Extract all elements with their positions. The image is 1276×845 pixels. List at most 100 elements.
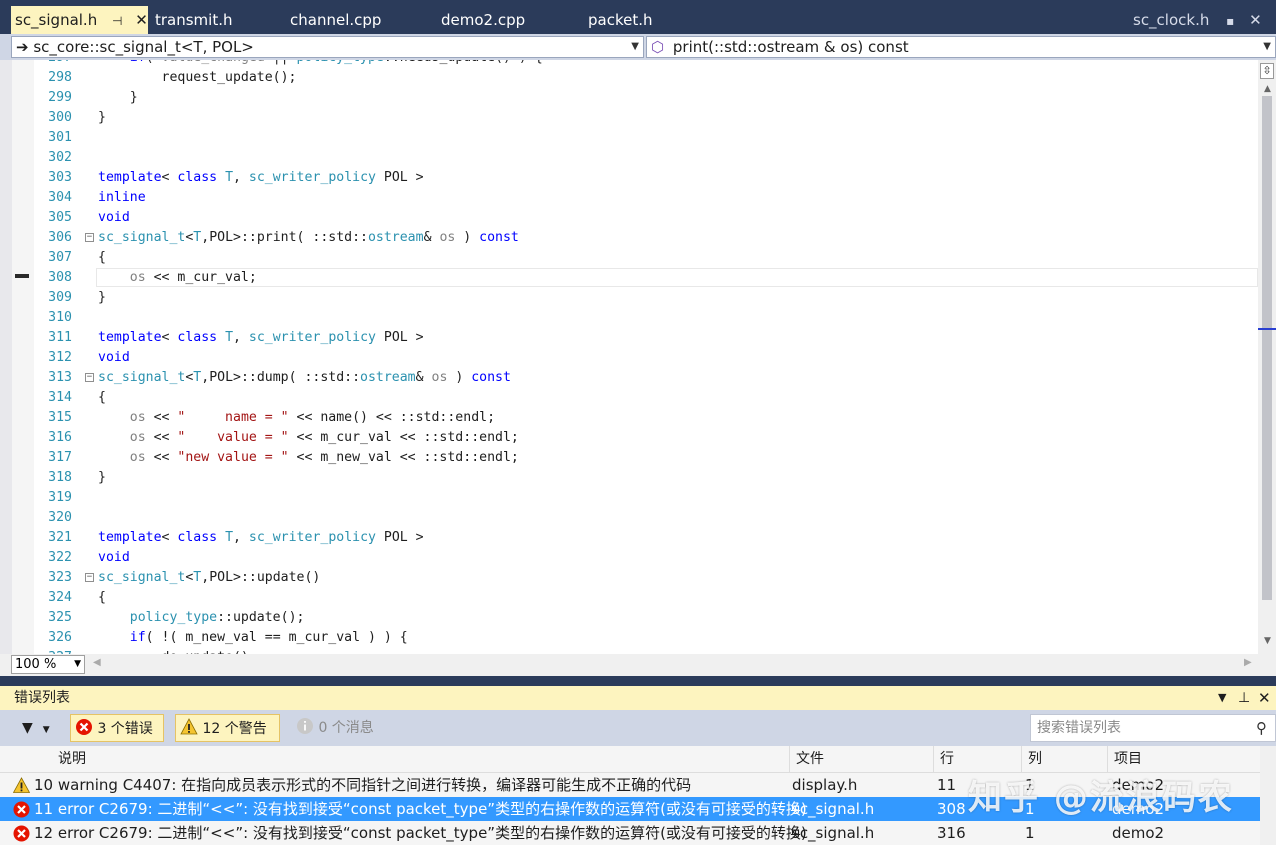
line-number: 320: [48, 510, 72, 525]
tab-demo2-cpp[interactable]: demo2.cpp: [441, 6, 525, 34]
dropdown-icon[interactable]: ▼: [1218, 686, 1226, 710]
code-line[interactable]: 314 {: [34, 388, 1258, 408]
zoom-dropdown[interactable]: 100 % ▼: [11, 655, 85, 674]
code-editor[interactable]: 297 if( value_changed || policy_type::ne…: [0, 60, 1276, 654]
error-cell-col: 1: [1025, 824, 1035, 842]
code-line[interactable]: 319: [34, 488, 1258, 508]
errors-filter-button[interactable]: 3 个错误: [70, 714, 164, 742]
code-line[interactable]: 308 os << m_cur_val;: [34, 268, 1258, 288]
code-line[interactable]: 307 {: [34, 248, 1258, 268]
code-line[interactable]: 299 }: [34, 88, 1258, 108]
code-line[interactable]: 305 void: [34, 208, 1258, 228]
code-lines[interactable]: 297 if( value_changed || policy_type::ne…: [34, 60, 1258, 654]
code-text: void: [98, 350, 130, 365]
line-number: 324: [48, 590, 72, 605]
code-line[interactable]: 300}: [34, 108, 1258, 128]
dock-icon[interactable]: ▪: [1226, 14, 1234, 28]
code-line[interactable]: 311 template< class T, sc_writer_policy P…: [34, 328, 1258, 348]
code-line[interactable]: 326 if( !( m_new_val == m_cur_val ) ) {: [34, 628, 1258, 648]
line-number: 301: [48, 130, 72, 145]
messages-filter-button[interactable]: 0 个消息: [292, 714, 392, 742]
scroll-left-icon[interactable]: ◀: [93, 657, 101, 668]
code-line[interactable]: 315 os << " name = " << name() << ::std:…: [34, 408, 1258, 428]
code-line[interactable]: 312 void: [34, 348, 1258, 368]
chevron-down-icon: ▼: [1263, 41, 1271, 52]
code-line[interactable]: 306 − sc_signal_t<T,POL>::print( ::std::os…: [34, 228, 1258, 248]
split-icon[interactable]: ⇳: [1260, 63, 1274, 79]
code-line[interactable]: 302: [34, 148, 1258, 168]
tab-channel-cpp[interactable]: channel.cpp: [290, 6, 381, 34]
column-line[interactable]: 行: [933, 746, 1021, 772]
zoom-value: 100 %: [15, 657, 57, 672]
code-line[interactable]: 320: [34, 508, 1258, 528]
navigation-bar: ➔ sc_core::sc_signal_t<T, POL> ▼ ⬡ print…: [0, 34, 1276, 60]
collapse-icon[interactable]: −: [85, 233, 94, 242]
line-number: 318: [48, 470, 72, 485]
tab-sc-clock-h[interactable]: sc_clock.h ▪ ✕: [1133, 6, 1262, 34]
error-search-input[interactable]: 搜索错误列表 ⚲: [1030, 714, 1276, 742]
error-cell-line: 11: [937, 776, 957, 794]
code-text: os << "new value = " << m_new_val << ::s…: [129, 450, 519, 465]
close-icon[interactable]: ✕: [1258, 686, 1271, 710]
line-number: 316: [48, 430, 72, 445]
code-line[interactable]: 309}: [34, 288, 1258, 308]
code-line[interactable]: 304 inline: [34, 188, 1258, 208]
error-cell-desc: 11 error C2679: 二进制“<<”: 没有找到接受“const pa…: [34, 800, 807, 818]
collapse-icon[interactable]: −: [85, 373, 94, 382]
code-line[interactable]: 313 − sc_signal_t<T,POL>::dump( ::std::ost…: [34, 368, 1258, 388]
line-number: 302: [48, 150, 72, 165]
code-line[interactable]: 325 policy_type::update();: [34, 608, 1258, 628]
collapse-icon[interactable]: −: [85, 573, 94, 582]
code-line[interactable]: 316 os << " value = " << m_cur_val << ::…: [34, 428, 1258, 448]
scroll-right-icon[interactable]: ▶: [1244, 657, 1252, 668]
error-list-scrollbar[interactable]: [1260, 746, 1276, 845]
code-line[interactable]: 317 os << "new value = " << m_new_val <<…: [34, 448, 1258, 468]
column-file[interactable]: 文件: [789, 746, 933, 772]
code-line[interactable]: 303 template< class T, sc_writer_policy P…: [34, 168, 1258, 188]
code-line[interactable]: 324 {: [34, 588, 1258, 608]
method-icon: ⬡: [651, 38, 665, 56]
tab-packet-h[interactable]: packet.h: [588, 6, 653, 34]
code-text: os << m_cur_val;: [129, 270, 257, 285]
line-number: 321: [48, 530, 72, 545]
vertical-scrollbar[interactable]: ⇳ ▲ ▼: [1258, 60, 1276, 654]
tab-sc-signal-h[interactable]: sc_signal.h ⊣ ✕: [11, 6, 148, 34]
filter-dropdown[interactable]: ▼ ▼: [14, 714, 62, 742]
close-icon[interactable]: ✕: [1249, 11, 1262, 29]
pin-icon[interactable]: ⊥: [1238, 686, 1250, 710]
error-list-toolbar: ▼ ▼ 3 个错误 12 个警告 0 个消息 搜索错误列表 ⚲: [0, 710, 1276, 746]
code-line[interactable]: 318}: [34, 468, 1258, 488]
warning-icon: [13, 777, 30, 793]
scroll-down-icon[interactable]: ▼: [1264, 636, 1271, 646]
error-cell-file: sc_signal.h: [792, 800, 875, 818]
close-icon[interactable]: ✕: [135, 11, 148, 29]
code-line[interactable]: 310: [34, 308, 1258, 328]
scope-value: sc_core::sc_signal_t<T, POL>: [33, 38, 254, 56]
arrow-right-icon: ➔: [16, 38, 29, 56]
scroll-up-icon[interactable]: ▲: [1264, 84, 1271, 94]
member-dropdown[interactable]: ⬡ print(::std::ostream & os) const ▼: [646, 36, 1276, 58]
search-icon[interactable]: ⚲: [1256, 715, 1267, 741]
code-line[interactable]: 297 if( value_changed || policy_type::ne…: [34, 60, 1258, 68]
line-number: 326: [48, 630, 72, 645]
code-line[interactable]: 301: [34, 128, 1258, 148]
tab-label: sc_clock.h: [1133, 11, 1210, 29]
code-line[interactable]: 323 − sc_signal_t<T,POL>::update(): [34, 568, 1258, 588]
code-line[interactable]: 298 request_update();: [34, 68, 1258, 88]
warnings-filter-button[interactable]: 12 个警告: [175, 714, 280, 742]
line-number: 304: [48, 190, 72, 205]
tab-transmit-h[interactable]: transmit.h: [155, 6, 233, 34]
error-icon: [76, 719, 92, 735]
column-col[interactable]: 列: [1021, 746, 1107, 772]
code-line[interactable]: 322 void: [34, 548, 1258, 568]
code-line[interactable]: 321 template< class T, sc_writer_policy P…: [34, 528, 1258, 548]
pin-icon[interactable]: ⊣: [112, 14, 122, 28]
error-row[interactable]: 12 error C2679: 二进制“<<”: 没有找到接受“const pa…: [0, 821, 1260, 845]
column-project[interactable]: 项目: [1107, 746, 1260, 772]
editor-status-row: 100 % ▼ ◀ ▶: [0, 654, 1276, 676]
chevron-down-icon: ▼: [42, 725, 50, 735]
scroll-thumb[interactable]: [1262, 96, 1272, 600]
info-icon: [297, 718, 313, 734]
scope-dropdown[interactable]: ➔ sc_core::sc_signal_t<T, POL> ▼: [11, 36, 644, 58]
column-description[interactable]: 说明: [52, 746, 788, 772]
